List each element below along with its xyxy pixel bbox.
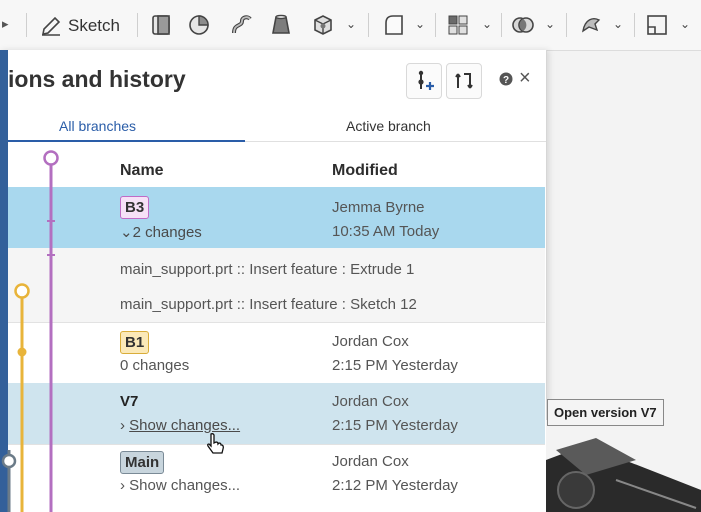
pattern-icon[interactable]	[446, 13, 470, 37]
change-item[interactable]: main_support.prt :: Insert feature : Ext…	[120, 261, 414, 278]
branch-badge-b1: B1	[120, 331, 150, 354]
branch-graph	[1, 150, 59, 512]
svg-text:?: ?	[503, 75, 509, 86]
branch-node-main[interactable]	[1, 453, 17, 469]
toolbar-expand-icon[interactable]: ▸	[2, 16, 9, 32]
branch-icon	[455, 73, 473, 89]
loft-icon[interactable]	[269, 13, 293, 37]
modified-by: Jemma Byrne	[332, 199, 425, 216]
branch-badge-main: Main	[120, 451, 165, 474]
version-node-v7[interactable]	[17, 347, 27, 357]
show-changes-link[interactable]: › Show changes...	[120, 477, 240, 494]
changes-count: 0 changes	[120, 357, 190, 374]
modified-time: 2:12 PM Yesterday	[332, 477, 458, 494]
boolean-dropdown-icon[interactable]: ⌄	[545, 17, 555, 31]
toolbar-separator	[368, 13, 369, 37]
chevron-right-icon: ›	[120, 417, 130, 434]
toolbar-separator	[634, 13, 635, 37]
pattern-dropdown-icon[interactable]: ⌄	[482, 17, 492, 31]
modified-by: Jordan Cox	[332, 333, 409, 350]
extrude-icon[interactable]	[150, 13, 174, 37]
column-header-modified[interactable]: Modified	[332, 162, 398, 180]
fillet-dropdown-icon[interactable]: ⌄	[415, 17, 425, 31]
branch-button[interactable]	[446, 63, 482, 99]
plane-icon[interactable]	[645, 13, 669, 37]
modified-by: Jordan Cox	[332, 453, 409, 470]
open-version-tooltip: Open version V7	[547, 399, 664, 426]
revolve-icon[interactable]	[187, 13, 211, 37]
version-name: V7	[120, 393, 139, 410]
sketch-button[interactable]: Sketch	[40, 12, 120, 40]
chevron-right-icon: ›	[120, 477, 130, 494]
boolean-icon[interactable]	[511, 13, 535, 37]
branch-node-b1[interactable]	[14, 283, 30, 299]
transform-icon[interactable]	[579, 13, 603, 37]
modified-time: 10:35 AM Today	[332, 223, 440, 240]
chevron-down-icon: ⌄	[120, 224, 133, 241]
toolbar-separator	[501, 13, 502, 37]
sweep-icon[interactable]	[230, 13, 254, 37]
changes-count: 2 changes	[132, 224, 202, 241]
modified-by: Jordan Cox	[332, 393, 409, 410]
tab-active-branch[interactable]: Active branch	[346, 118, 431, 134]
fillet-icon[interactable]	[382, 13, 406, 37]
model-viewport[interactable]	[546, 420, 701, 512]
plane-dropdown-icon[interactable]: ⌄	[680, 17, 690, 31]
pencil-icon	[41, 16, 61, 36]
column-header-name[interactable]: Name	[120, 162, 164, 180]
create-version-icon	[418, 70, 434, 90]
close-icon[interactable]: ×	[519, 68, 531, 88]
toolbar: ▸ Sketch ⌄ ⌄ ⌄ ⌄ ⌄ ⌄	[0, 0, 701, 51]
create-version-button[interactable]	[406, 63, 442, 99]
modified-time: 2:15 PM Yesterday	[332, 417, 458, 434]
thicken-dropdown-icon[interactable]: ⌄	[346, 17, 356, 31]
change-item[interactable]: main_support.prt :: Insert feature : Ske…	[120, 296, 417, 313]
branch-badge-b3: B3	[120, 196, 150, 219]
toolbar-separator	[26, 13, 27, 37]
thicken-icon[interactable]	[311, 13, 335, 37]
show-changes-label: Show changes...	[129, 477, 241, 494]
branch-node-b3[interactable]	[43, 150, 59, 166]
toolbar-separator	[566, 13, 567, 37]
sketch-label: Sketch	[68, 16, 120, 35]
transform-dropdown-icon[interactable]: ⌄	[613, 17, 623, 31]
expand-changes-toggle[interactable]: ⌄2 changes	[120, 223, 202, 241]
modified-time: 2:15 PM Yesterday	[332, 357, 458, 374]
hand-cursor-icon	[207, 433, 224, 454]
toolbar-separator	[435, 13, 436, 37]
toolbar-separator	[137, 13, 138, 37]
help-icon[interactable]: ?	[499, 72, 513, 86]
